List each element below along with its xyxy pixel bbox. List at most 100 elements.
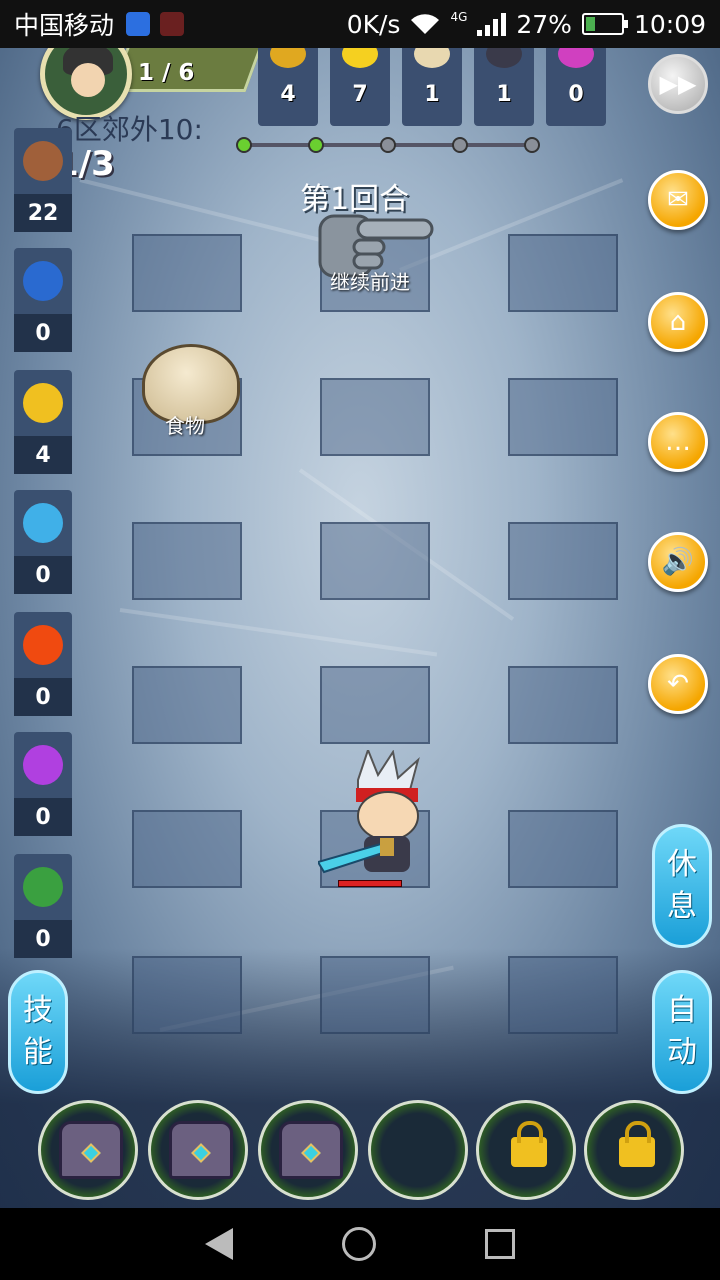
system-nav-bar (0, 1208, 720, 1280)
food-label: 食物 (165, 414, 205, 438)
back-icon[interactable] (204, 1228, 233, 1260)
stage-progress-node (380, 137, 396, 153)
auto-button[interactable]: 自动 (652, 970, 712, 1094)
fire-arrow-icon (23, 383, 63, 423)
skill-counter-shield[interactable]: 0 (14, 248, 72, 352)
fireball-icon (23, 625, 63, 665)
rest-button[interactable]: 休息 (652, 824, 712, 948)
skill-count: 22 (14, 194, 72, 232)
resource-ore-value: 1 (496, 82, 512, 107)
skill-counter-lightning[interactable]: 0 (14, 732, 72, 836)
board-tile[interactable] (508, 234, 618, 312)
home-button[interactable]: ⌂ (648, 292, 708, 352)
resource-food: 1 (402, 48, 462, 126)
continue-label: 继续前进 (330, 270, 410, 294)
shield-icon (23, 261, 63, 301)
locked-slot[interactable] (476, 1100, 576, 1200)
sound-button[interactable]: 🔊 (648, 532, 708, 592)
lightning-rune-icon (23, 745, 63, 785)
board-tile[interactable] (320, 378, 430, 456)
undo-button[interactable]: ↶ (648, 654, 708, 714)
board-tile[interactable] (320, 522, 430, 600)
stage-progress-node (524, 137, 540, 153)
board-tile[interactable] (320, 666, 430, 744)
game-board-area: 1 / 6 4 7 1 1 0 ▶▶ 6区郊外10: 1/3 第1回合 22 0… (0, 48, 720, 1208)
skill-count: 0 (14, 920, 72, 958)
chest-slot[interactable] (258, 1100, 358, 1200)
hero-hp-bar (338, 880, 402, 887)
stage-progress-node (452, 137, 468, 153)
skill-counter-fireball[interactable]: 0 (14, 612, 72, 716)
poison-icon (23, 867, 63, 907)
fast-forward-icon: ▶▶ (659, 70, 697, 98)
speaker-icon: 🔊 (661, 547, 695, 577)
treasure-chest-icon (279, 1121, 343, 1179)
hero-character[interactable] (318, 750, 438, 890)
chest-slot[interactable] (38, 1100, 138, 1200)
chat-button[interactable]: … (648, 412, 708, 472)
auto-label: 自动 (667, 993, 697, 1070)
board-tile[interactable] (508, 956, 618, 1034)
resource-energy: 7 (330, 48, 390, 126)
lock-icon (511, 1121, 547, 1167)
avatar-face (71, 63, 105, 97)
network-speed: 0K/s (346, 9, 401, 39)
status-bar: 中国移动 0K/s 4G 27% 10:09 (0, 0, 720, 48)
chat-icon: … (665, 427, 691, 457)
mail-button[interactable]: ✉ (648, 170, 708, 230)
empty-slot[interactable] (368, 1100, 468, 1200)
treasure-chest-icon (169, 1121, 233, 1179)
home-nav-icon[interactable] (341, 1227, 376, 1261)
fast-forward-button[interactable]: ▶▶ (648, 54, 708, 114)
skill-button[interactable]: 技能 (8, 970, 68, 1094)
lock-icon (619, 1121, 655, 1167)
board-tile[interactable] (508, 378, 618, 456)
board-tile[interactable] (132, 666, 242, 744)
chest-slot[interactable] (148, 1100, 248, 1200)
mail-icon: ✉ (667, 185, 689, 215)
wifi-icon (411, 14, 440, 35)
skill-counter-poison[interactable]: 0 (14, 854, 72, 958)
undo-icon: ↶ (667, 669, 689, 699)
gold-coin-icon (270, 48, 306, 68)
ore-icon (486, 48, 522, 68)
stage-progress-node (308, 137, 324, 153)
board-tile[interactable] (132, 522, 242, 600)
resource-food-value: 1 (424, 82, 440, 107)
skill-count: 0 (14, 798, 72, 836)
skill-counter-fire-arrow[interactable]: 4 (14, 370, 72, 474)
resource-crystal: 0 (546, 48, 606, 126)
resource-gold: 4 (258, 48, 318, 126)
game-notification-icon (160, 12, 185, 36)
skill-counter-wave[interactable]: 0 (14, 490, 72, 594)
stage-progress-node (236, 137, 252, 153)
board-tile[interactable] (508, 522, 618, 600)
network-type: 4G (450, 9, 468, 24)
skill-counter-fist[interactable]: 22 (14, 128, 72, 232)
crystal-icon (558, 48, 594, 68)
bun-icon (414, 48, 450, 68)
resource-ore: 1 (474, 48, 534, 126)
recent-apps-icon[interactable] (485, 1229, 516, 1259)
board-tile[interactable] (508, 810, 618, 888)
wave-icon (23, 503, 63, 543)
skill-count: 4 (14, 436, 72, 474)
resource-gold-value: 4 (280, 82, 296, 107)
board-tile[interactable] (132, 234, 242, 312)
board-tile[interactable] (508, 666, 618, 744)
stage-title: 6区郊外10: (56, 113, 203, 146)
skill-count: 0 (14, 314, 72, 352)
baidu-icon (126, 12, 151, 36)
lightning-icon (342, 48, 378, 68)
battery-icon (581, 13, 628, 35)
locked-slot[interactable] (584, 1100, 684, 1200)
home-icon: ⌂ (669, 307, 687, 337)
board-tile[interactable] (132, 810, 242, 888)
board-tile[interactable] (132, 956, 242, 1034)
ice-crack (119, 608, 438, 657)
skill-count: 0 (14, 678, 72, 716)
carrier-name: 中国移动 (14, 11, 115, 40)
resource-crystal-value: 0 (568, 82, 584, 107)
fist-icon (23, 141, 63, 181)
board-tile[interactable] (320, 956, 430, 1034)
